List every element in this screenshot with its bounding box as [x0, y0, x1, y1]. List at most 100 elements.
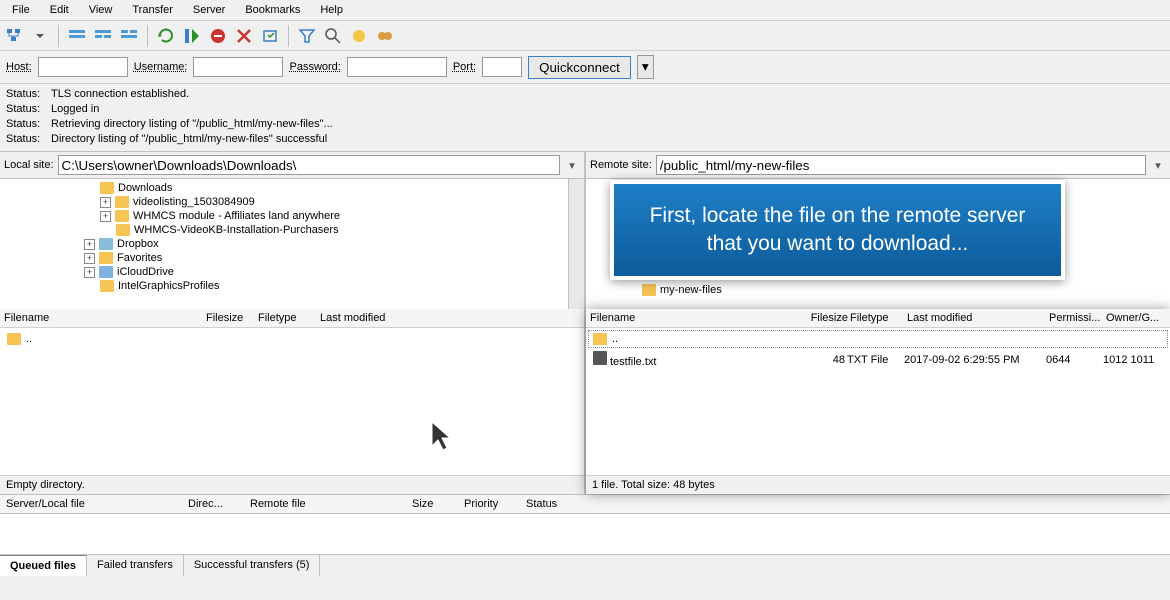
port-input[interactable] — [482, 57, 522, 77]
col-status[interactable]: Status — [526, 498, 576, 510]
quickconnect-dropdown[interactable]: ▾ — [637, 55, 654, 79]
col-direction[interactable]: Direc... — [188, 498, 238, 510]
col-filetype[interactable]: Filetype — [258, 312, 318, 324]
tab-successful[interactable]: Successful transfers (5) — [184, 555, 321, 576]
queue-body[interactable] — [0, 514, 1170, 554]
tree-item[interactable]: +Favorites — [0, 251, 584, 265]
remote-file-list: Filename Filesize Filetype Last modified… — [586, 309, 1170, 494]
toolbar — [0, 21, 1170, 51]
refresh-icon[interactable] — [156, 26, 176, 46]
folder-icon — [115, 196, 129, 208]
menubar: File Edit View Transfer Server Bookmarks… — [0, 0, 1170, 21]
remote-site-label: Remote site: — [590, 159, 652, 171]
local-path-input[interactable] — [58, 155, 560, 175]
col-server[interactable]: Server/Local file — [6, 498, 176, 510]
expand-icon[interactable]: + — [100, 197, 111, 208]
find-icon[interactable] — [375, 26, 395, 46]
file-lists: Filename Filesize Filetype Last modified… — [0, 309, 1170, 494]
local-path-dropdown[interactable]: ▾ — [564, 159, 580, 172]
folder-icon — [116, 224, 130, 236]
col-modified[interactable]: Last modified — [320, 312, 430, 324]
menu-help[interactable]: Help — [312, 2, 351, 18]
log-message: Retrieving directory listing of "/public… — [51, 117, 333, 132]
col-modified[interactable]: Last modified — [907, 312, 1047, 324]
remote-path-dropdown[interactable]: ▾ — [1150, 159, 1166, 172]
tree-item[interactable]: +videolisting_1503084909 — [0, 195, 584, 209]
col-filesize[interactable]: Filesize — [788, 312, 848, 324]
log-panel: Status:TLS connection established. Statu… — [0, 84, 1170, 152]
menu-bookmarks[interactable]: Bookmarks — [237, 2, 308, 18]
menu-server[interactable]: Server — [185, 2, 233, 18]
local-list-body[interactable]: .. — [0, 328, 584, 475]
disconnect-icon[interactable] — [234, 26, 254, 46]
folder-icon — [99, 252, 113, 264]
sync-icon[interactable] — [349, 26, 369, 46]
expand-icon[interactable]: + — [100, 211, 111, 222]
expand-icon[interactable]: + — [84, 253, 95, 264]
menu-view[interactable]: View — [81, 2, 121, 18]
col-filename[interactable]: Filename — [590, 312, 786, 324]
col-remote[interactable]: Remote file — [250, 498, 400, 510]
quickconnect-button[interactable]: Quickconnect — [528, 56, 631, 79]
filter-icon[interactable] — [297, 26, 317, 46]
tab-queued[interactable]: Queued files — [0, 555, 87, 576]
cancel-icon[interactable] — [208, 26, 228, 46]
file-icon — [593, 351, 607, 365]
expand-icon[interactable]: + — [84, 267, 95, 278]
scrollbar[interactable] — [568, 179, 584, 309]
local-site-label: Local site: — [4, 159, 54, 171]
log-message: TLS connection established. — [51, 87, 189, 102]
username-input[interactable] — [193, 57, 283, 77]
tree-item[interactable]: +Dropbox — [0, 237, 584, 251]
separator — [147, 25, 148, 47]
toggle-queue-icon[interactable] — [119, 26, 139, 46]
col-priority[interactable]: Priority — [464, 498, 514, 510]
separator — [58, 25, 59, 47]
tree-item[interactable]: Downloads — [0, 181, 584, 195]
reconnect-icon[interactable] — [260, 26, 280, 46]
sitemanager-icon[interactable] — [4, 26, 24, 46]
parent-dir[interactable]: .. — [2, 330, 582, 348]
col-filename[interactable]: Filename — [4, 312, 204, 324]
tree-item[interactable]: +iCloudDrive — [0, 265, 584, 279]
local-tree[interactable]: Downloads +videolisting_1503084909 +WHMC… — [0, 179, 586, 309]
host-input[interactable] — [38, 57, 128, 77]
connection-bar: Host: Username: Password: Port: Quickcon… — [0, 51, 1170, 84]
toggle-tree-icon[interactable] — [93, 26, 113, 46]
col-filetype[interactable]: Filetype — [850, 312, 905, 324]
folder-icon — [99, 266, 113, 278]
folder-up-icon — [7, 333, 21, 345]
tab-failed[interactable]: Failed transfers — [87, 555, 184, 576]
compare-icon[interactable] — [323, 26, 343, 46]
menu-transfer[interactable]: Transfer — [124, 2, 181, 18]
folder-icon — [100, 182, 114, 194]
col-size[interactable]: Size — [412, 498, 452, 510]
col-owner[interactable]: Owner/G... — [1106, 312, 1166, 324]
queue-tabs: Queued files Failed transfers Successful… — [0, 554, 1170, 576]
process-queue-icon[interactable] — [182, 26, 202, 46]
password-input[interactable] — [347, 57, 447, 77]
toggle-log-icon[interactable] — [67, 26, 87, 46]
remote-path-input[interactable] — [656, 155, 1146, 175]
menu-edit[interactable]: Edit — [42, 2, 77, 18]
log-label: Status: — [6, 102, 41, 117]
password-label: Password: — [289, 61, 340, 73]
expand-icon[interactable]: + — [84, 239, 95, 250]
tree-item[interactable]: my-new-files — [586, 283, 1170, 297]
host-label: Host: — [6, 61, 32, 73]
col-permissions[interactable]: Permissi... — [1049, 312, 1104, 324]
folder-icon — [115, 210, 129, 222]
tree-item[interactable]: +WHMCS module - Affiliates land anywhere — [0, 209, 584, 223]
path-bar: Local site: ▾ Remote site: ▾ — [0, 152, 1170, 179]
folder-up-icon — [593, 333, 607, 345]
parent-dir[interactable]: .. — [588, 330, 1168, 348]
tree-item[interactable]: IntelGraphicsProfiles — [0, 279, 584, 293]
col-filesize[interactable]: Filesize — [206, 312, 256, 324]
file-row[interactable]: testfile.txt 48 TXT File 2017-09-02 6:29… — [588, 348, 1168, 371]
log-message: Directory listing of "/public_html/my-ne… — [51, 132, 327, 147]
remote-list-body[interactable]: .. testfile.txt 48 TXT File 2017-09-02 6… — [586, 328, 1170, 475]
tree-item[interactable]: WHMCS-VideoKB-Installation-Purchasers — [0, 223, 584, 237]
menu-file[interactable]: File — [4, 2, 38, 18]
separator — [288, 25, 289, 47]
dropdown-icon[interactable] — [30, 26, 50, 46]
